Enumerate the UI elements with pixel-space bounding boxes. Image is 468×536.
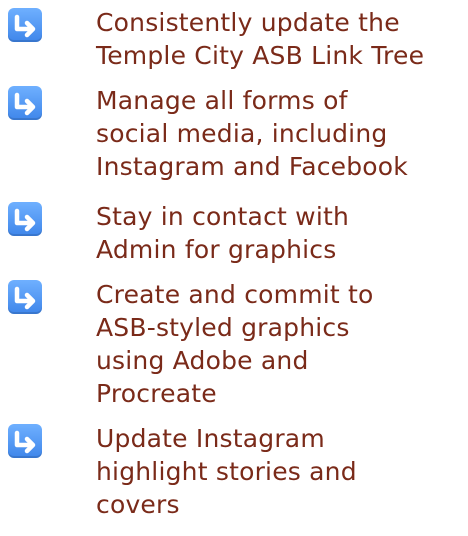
right-turn-arrow-icon xyxy=(8,8,42,42)
list-item-text: Consistently update the Temple City ASB … xyxy=(96,8,425,70)
list-item-text: Stay in contact with Admin for graphics xyxy=(96,202,350,264)
right-turn-arrow-icon xyxy=(8,86,42,120)
right-turn-arrow-icon xyxy=(8,202,42,236)
right-turn-arrow-icon xyxy=(8,424,42,458)
responsibilities-list: Consistently update the Temple City ASB … xyxy=(0,0,468,536)
list-item-text: Update Instagram highlight stories and c… xyxy=(96,424,357,519)
right-turn-arrow-icon xyxy=(8,280,42,314)
list-item-text: Manage all forms of social media, includ… xyxy=(96,86,408,181)
list-item-text: Create and commit to ASB-styled graphics… xyxy=(96,280,374,408)
